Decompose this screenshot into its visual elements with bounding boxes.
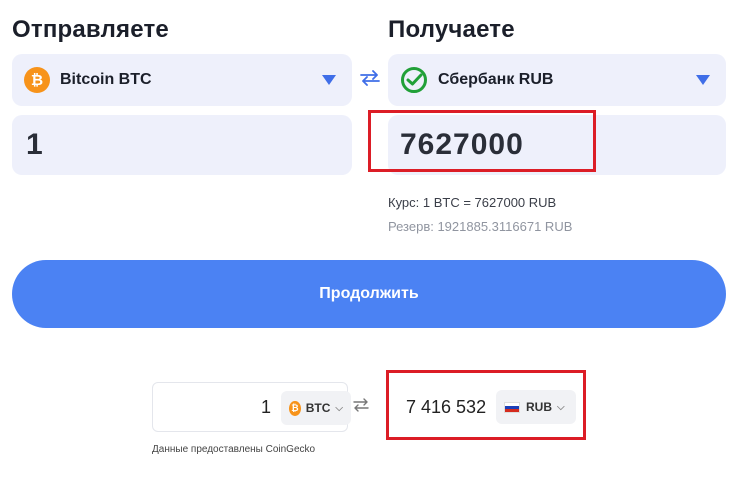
exchange-rate: Курс: 1 BTC = 7627000 RUB <box>388 195 557 210</box>
btc-coin-icon: ₿ <box>289 400 301 416</box>
highlight-frame-receive-amount <box>368 110 596 172</box>
widget-send-currency-label: BTC <box>305 401 331 415</box>
continue-button[interactable]: Продолжить <box>12 260 726 328</box>
widget-swap-icon[interactable] <box>352 398 370 412</box>
send-currency-select[interactable]: ₿ Bitcoin BTC <box>12 54 352 106</box>
widget-send-field[interactable]: 1 ₿ BTC ⌵ <box>152 382 351 432</box>
btc-coin-icon: ₿ <box>24 67 50 93</box>
receive-title: Получаете <box>388 16 515 43</box>
chevron-down-icon: ⌵ <box>335 402 343 414</box>
swap-arrows-icon[interactable] <box>359 70 381 86</box>
send-amount-input[interactable]: 1 <box>12 115 352 175</box>
widget-send-currency-select[interactable]: ₿ BTC ⌵ <box>281 391 351 425</box>
caret-down-icon <box>696 75 710 85</box>
highlight-frame-widget-receive <box>386 370 586 440</box>
reserve-amount: Резерв: 1921885.3116671 RUB <box>388 219 573 234</box>
receive-currency-select[interactable]: Сбербанк RUB <box>388 54 726 106</box>
caret-down-icon <box>322 75 336 85</box>
widget-send-amount[interactable]: 1 <box>153 383 271 431</box>
send-currency-label: Bitcoin BTC <box>60 71 152 88</box>
receive-currency-label: Сбербанк RUB <box>438 71 554 88</box>
send-title: Отправляете <box>12 16 169 43</box>
sberbank-logo-icon <box>401 67 427 93</box>
widget-credit: Данные предоставлены CoinGecko <box>152 444 316 455</box>
